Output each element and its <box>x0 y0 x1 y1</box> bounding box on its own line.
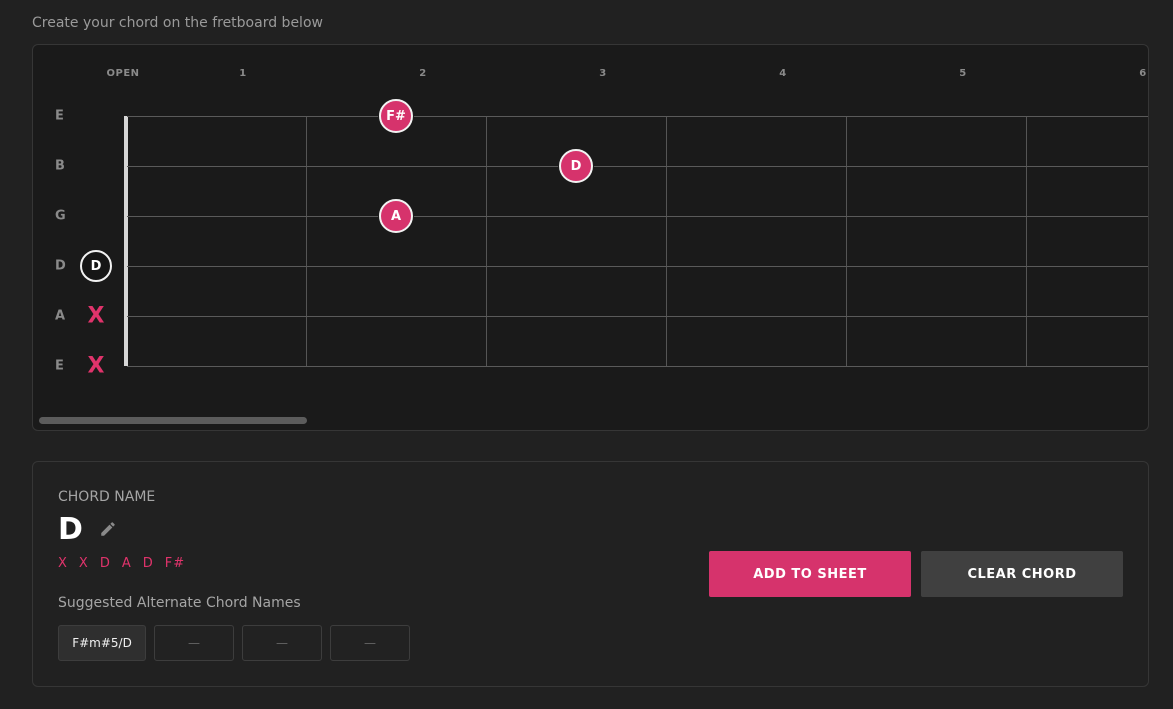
alternate-names-label: Suggested Alternate Chord Names <box>58 595 301 611</box>
fret-label: 3 <box>599 68 607 79</box>
string-label: D <box>55 258 66 274</box>
chord-note: D <box>99 556 111 571</box>
guitar-string[interactable] <box>127 366 1148 367</box>
alternate-names-list: F#m#5/D — — — <box>58 625 410 661</box>
fret-wire <box>306 116 307 366</box>
string-label: E <box>55 358 64 374</box>
guitar-string[interactable] <box>127 216 1148 217</box>
chord-note: A <box>121 556 132 571</box>
string-label: G <box>55 208 66 224</box>
guitar-string[interactable] <box>127 316 1148 317</box>
chord-note: D <box>142 556 154 571</box>
chord-note: X <box>58 556 68 571</box>
chord-name-label: CHORD NAME <box>58 489 156 505</box>
fret-wire <box>666 116 667 366</box>
fret-wire <box>486 116 487 366</box>
guitar-string[interactable] <box>127 166 1148 167</box>
string-label: A <box>55 308 66 324</box>
fretboard[interactable]: OPEN 1 2 3 4 5 6 E B G D A E F# D A D X X <box>32 44 1149 431</box>
alternate-chord-chip[interactable]: — <box>242 625 322 661</box>
open-string-note[interactable]: D <box>80 250 112 282</box>
muted-string-marker[interactable]: X <box>88 354 105 379</box>
instruction-text: Create your chord on the fretboard below <box>32 15 323 31</box>
clear-chord-button[interactable]: CLEAR CHORD <box>921 551 1123 597</box>
chord-notes: X X D A D F# <box>58 556 185 571</box>
fret-label: 4 <box>779 68 787 79</box>
fret-wire <box>846 116 847 366</box>
fret-label: 6 <box>1139 68 1147 79</box>
pencil-icon[interactable] <box>99 520 117 538</box>
string-label: B <box>55 158 65 174</box>
fret-label: 1 <box>239 68 247 79</box>
alternate-chord-chip[interactable]: — <box>330 625 410 661</box>
alternate-chord-chip[interactable]: F#m#5/D <box>58 625 146 661</box>
chord-note: X <box>78 556 89 571</box>
chord-name: D <box>58 512 83 547</box>
fret-wire <box>1026 116 1027 366</box>
chord-note: F# <box>164 556 186 571</box>
add-to-sheet-button[interactable]: ADD TO SHEET <box>709 551 911 597</box>
fretted-note[interactable]: F# <box>379 99 413 133</box>
fretted-note[interactable]: A <box>379 199 413 233</box>
guitar-string[interactable] <box>127 266 1148 267</box>
string-label: E <box>55 108 64 124</box>
fretboard-nut <box>124 116 128 366</box>
guitar-string[interactable] <box>127 116 1148 117</box>
fret-label: 5 <box>959 68 967 79</box>
fret-label: OPEN <box>106 68 140 79</box>
fretted-note[interactable]: D <box>559 149 593 183</box>
horizontal-scrollbar[interactable] <box>39 417 307 424</box>
chord-panel: CHORD NAME D X X D A D F# Suggested Alternate… <box>32 461 1149 687</box>
muted-string-marker[interactable]: X <box>88 304 105 329</box>
alternate-chord-chip[interactable]: — <box>154 625 234 661</box>
fret-label: 2 <box>419 68 427 79</box>
